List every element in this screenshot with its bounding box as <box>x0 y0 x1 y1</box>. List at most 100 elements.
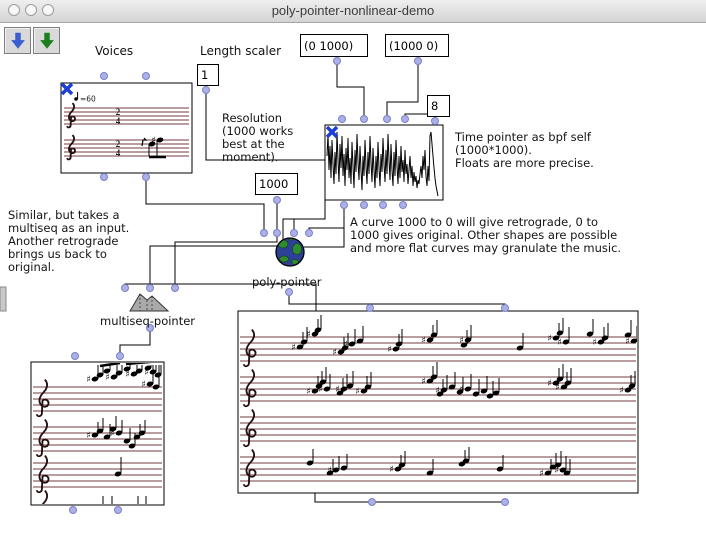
sharp-sign: ♯ <box>593 338 597 348</box>
patch-wire <box>289 292 505 308</box>
comment-line: original. <box>8 261 129 274</box>
sharp-sign: ♯ <box>292 343 296 353</box>
sharp-sign: ♯ <box>87 431 91 441</box>
connection-dot[interactable] <box>341 202 348 209</box>
sharp-sign: ♯ <box>422 336 426 346</box>
sharp-sign: ♯ <box>344 340 348 350</box>
sharp-sign: ♯ <box>126 370 130 380</box>
scrollbar-stub[interactable] <box>0 287 6 311</box>
connection-dot[interactable] <box>306 230 313 237</box>
connection-dot[interactable] <box>274 197 281 204</box>
sharp-sign: ♯ <box>460 385 464 395</box>
sharp-sign: ♯ <box>333 348 337 358</box>
sharp-sign: ♯ <box>390 465 394 475</box>
sharp-sign: ♯ <box>460 336 464 346</box>
connection-dot[interactable] <box>432 118 439 125</box>
patch-wire <box>309 228 344 233</box>
sharp-sign: ♯ <box>556 383 560 393</box>
connection-dot[interactable] <box>115 507 122 514</box>
comment-curve: A curve 1000 to 0 will give retrograde, … <box>350 216 621 255</box>
connection-dot[interactable] <box>361 116 368 123</box>
sharp-sign: ♯ <box>152 136 156 146</box>
green-arrow-button[interactable] <box>33 27 60 54</box>
multiseq-pointer-icon[interactable] <box>130 294 168 311</box>
multiseq-pointer-label: multiseq-pointer <box>100 314 194 328</box>
title-bar: poly-pointer-nonlinear-demo <box>0 0 706 23</box>
connection-dot[interactable] <box>415 58 422 65</box>
value-box-thousand[interactable]: 1000 <box>255 173 298 195</box>
value-box-list-1000-0[interactable]: (1000 0) <box>385 34 449 57</box>
sharp-sign: ♯ <box>626 337 630 347</box>
sharp-sign: ♯ <box>307 387 311 397</box>
connection-dot[interactable] <box>70 507 77 514</box>
value-box-eight[interactable]: 8 <box>427 95 450 117</box>
patch-wire <box>315 493 505 502</box>
connection-dot[interactable] <box>291 230 298 237</box>
sharp-sign: ♯ <box>328 466 332 476</box>
value-box-one[interactable]: 1 <box>197 64 219 86</box>
sharp-sign: ♯ <box>548 379 552 389</box>
sharp-sign: ♯ <box>558 338 562 348</box>
sharp-sign: ♯ <box>620 386 624 396</box>
blue-down-arrow-icon <box>7 30 29 52</box>
blue-arrow-button[interactable] <box>4 27 31 54</box>
comment-line: and more flat curves may granulate the m… <box>350 242 621 255</box>
connection-dot[interactable] <box>369 499 376 506</box>
comment-time-pointer: Time pointer as bpf self(1000*1000).Floa… <box>455 131 594 170</box>
connection-dot[interactable] <box>101 73 108 80</box>
sharp-sign: ♯ <box>356 387 360 397</box>
connection-dot[interactable] <box>101 174 108 181</box>
connection-dot[interactable] <box>502 499 509 506</box>
length-scaler-label: Length scaler <box>200 44 281 58</box>
patch-wire <box>337 61 364 119</box>
sharp-sign: ♯ <box>111 429 115 439</box>
connection-dot[interactable] <box>274 230 281 237</box>
connection-dot[interactable] <box>334 58 341 65</box>
patch-wire <box>120 328 150 356</box>
connection-dot[interactable] <box>402 116 409 123</box>
connection-dot[interactable] <box>261 230 268 237</box>
sharp-sign: ♯ <box>336 385 340 395</box>
sharp-sign: ♯ <box>142 380 146 390</box>
sharp-sign: ♯ <box>307 330 311 340</box>
connection-dot[interactable] <box>339 116 346 123</box>
comment-similar: Similar, but takes amultiseq as an input… <box>8 209 129 274</box>
connection-dot[interactable] <box>400 202 407 209</box>
patch-wire <box>304 205 344 247</box>
connection-dot[interactable] <box>143 73 150 80</box>
sharp-sign: ♯ <box>436 386 440 396</box>
connection-dot[interactable] <box>367 305 374 312</box>
sharp-sign: ♯ <box>319 385 323 395</box>
connection-dot[interactable] <box>147 285 154 292</box>
patch-canvas[interactable]: 2424♯=60♯♯♯♯♯♯♯♯♯♯♯♯♯♯♯♯♯♯♯♯♯♯♯♯♯♯♯♯♯♯♯♯ <box>0 0 706 560</box>
connection-dot[interactable] <box>117 353 124 360</box>
sharp-sign: ♯ <box>106 373 110 383</box>
comment-resolution: Resolution(1000 worksbest at themoment). <box>222 112 293 164</box>
connection-dot[interactable] <box>286 289 293 296</box>
comment-line: Floats are more precise. <box>455 157 594 170</box>
connection-dot[interactable] <box>172 285 179 292</box>
connection-dot[interactable] <box>361 202 368 209</box>
connection-dot[interactable] <box>380 202 387 209</box>
connection-dot[interactable] <box>122 285 129 292</box>
patch-wire <box>146 177 264 233</box>
sharp-sign: ♯ <box>548 334 552 344</box>
connection-dot[interactable] <box>143 174 150 181</box>
sharp-sign: ♯ <box>540 469 544 479</box>
connection-dot[interactable] <box>502 305 509 312</box>
time-signature-lower: 4 <box>116 148 121 158</box>
connection-dot[interactable] <box>203 87 210 94</box>
score-box-result-score[interactable] <box>238 311 638 493</box>
sharp-sign: ♯ <box>87 375 91 385</box>
sharp-sign: ♯ <box>422 377 426 387</box>
app-window: poly-pointer-nonlinear-demo 2424♯=60♯♯♯♯… <box>0 0 706 560</box>
sharp-sign: ♯ <box>145 368 149 378</box>
connection-dot[interactable] <box>384 116 391 123</box>
poly-pointer-globe-icon[interactable] <box>276 236 304 266</box>
patch-wire <box>387 61 418 119</box>
value-box-list-0-1000[interactable]: (0 1000) <box>300 34 368 57</box>
sharp-sign: ♯ <box>555 466 559 476</box>
sharp-sign: ♯ <box>388 345 392 355</box>
connection-dot[interactable] <box>72 353 79 360</box>
comment-line: moment). <box>222 151 293 164</box>
